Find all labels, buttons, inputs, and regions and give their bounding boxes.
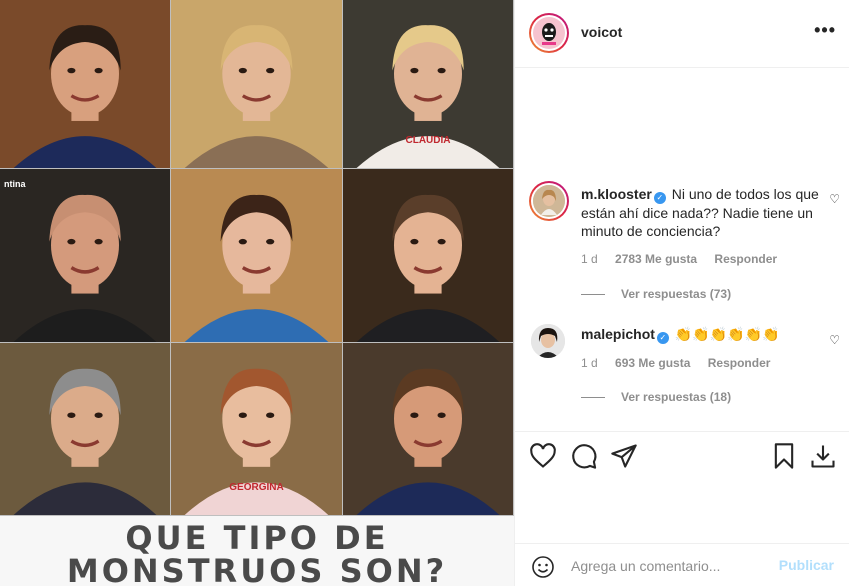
commenter-avatar[interactable] [529, 181, 569, 221]
add-comment-bar: Publicar [515, 543, 849, 586]
comment-likes[interactable]: 2783 Me gusta [615, 252, 697, 266]
comment-button[interactable] [570, 442, 598, 470]
tile-bald-man: ntina [0, 169, 171, 343]
publish-button[interactable]: Publicar [779, 557, 834, 573]
tile-surprised-man [343, 343, 514, 516]
replies-divider [581, 397, 605, 399]
more-options-icon[interactable]: ••• [814, 20, 836, 41]
post-image-caption: QUE TIPO DE MONSTRUOS SON? [0, 516, 514, 586]
download-icon [811, 445, 835, 468]
tile-woman-bandana [171, 169, 343, 343]
tile-blonde-woman [171, 0, 343, 169]
comment-text: 👏👏👏👏👏👏 [674, 326, 780, 342]
verified-badge-icon: ✓ [656, 332, 669, 344]
like-button[interactable] [529, 442, 557, 470]
heart-icon [530, 443, 556, 468]
author-avatar-image [533, 17, 565, 49]
comment-like-heart-icon[interactable]: ♡ [829, 333, 840, 347]
reply-button[interactable]: Responder [708, 356, 771, 370]
comment-meta: 1 d 693 Me gusta Responder [581, 356, 784, 370]
view-replies-label: Ver respuestas (73) [621, 287, 732, 301]
caption-line-1: QUE TIPO DE [125, 519, 389, 557]
save-button[interactable] [770, 442, 798, 470]
bookmark-icon [774, 443, 794, 469]
download-button[interactable] [809, 442, 837, 470]
tile-man-red-glasses [0, 343, 171, 516]
author-username[interactable]: voicot [581, 24, 622, 40]
post-side-panel: voicot ••• m.klooster ✓ Ni uno de todos l… [514, 0, 849, 586]
verified-badge-icon: ✓ [653, 192, 666, 204]
view-replies-button[interactable]: Ver respuestas (73) [581, 287, 731, 301]
comment-username[interactable]: malepichot [581, 326, 655, 342]
author-avatar[interactable] [529, 13, 569, 53]
tile-woman-holding-meat: CLAUDIA [343, 0, 514, 169]
comment-like-heart-icon[interactable]: ♡ [829, 192, 840, 206]
apron-label: GEORGINA [229, 482, 284, 493]
share-icon [611, 444, 637, 468]
comment-likes[interactable]: 693 Me gusta [615, 356, 690, 370]
tile-woman-with-cat: GEORGINA [171, 343, 343, 516]
post-actions-bar [515, 431, 849, 481]
view-replies-label: Ver respuestas (18) [621, 390, 732, 404]
collage-grid: CLAUDIA ntina GEORGINA [0, 0, 514, 516]
comment-text-block: m.klooster ✓ Ni uno de todos los que está… [581, 185, 821, 240]
tile-smiling-man [343, 169, 514, 343]
post-header: voicot ••• [515, 0, 849, 68]
reply-button[interactable]: Responder [714, 252, 777, 266]
commenter-avatar[interactable] [531, 324, 565, 358]
apron-label: CLAUDIA [405, 135, 451, 146]
comment-input[interactable] [571, 555, 771, 577]
tile-corner-tag: ntina [4, 179, 26, 189]
emoji-icon[interactable] [531, 555, 555, 579]
comment-username[interactable]: m.klooster [581, 186, 652, 202]
caption-line-2: MONSTRUOS SON? [66, 552, 448, 586]
comment-meta: 1 d 2783 Me gusta Responder [581, 252, 791, 266]
comment-text-block: malepichot ✓ 👏👏👏👏👏👏 [581, 325, 821, 344]
post-media[interactable]: CLAUDIA ntina GEORGINA QUE TIPO DE MONSTRU… [0, 0, 514, 586]
share-button[interactable] [610, 442, 638, 470]
comment-icon [572, 444, 597, 469]
comment-time[interactable]: 1 d [581, 252, 598, 266]
replies-divider [581, 294, 605, 296]
view-replies-button[interactable]: Ver respuestas (18) [581, 390, 731, 404]
tile-laughing-man [0, 0, 171, 169]
comment-time[interactable]: 1 d [581, 356, 598, 370]
